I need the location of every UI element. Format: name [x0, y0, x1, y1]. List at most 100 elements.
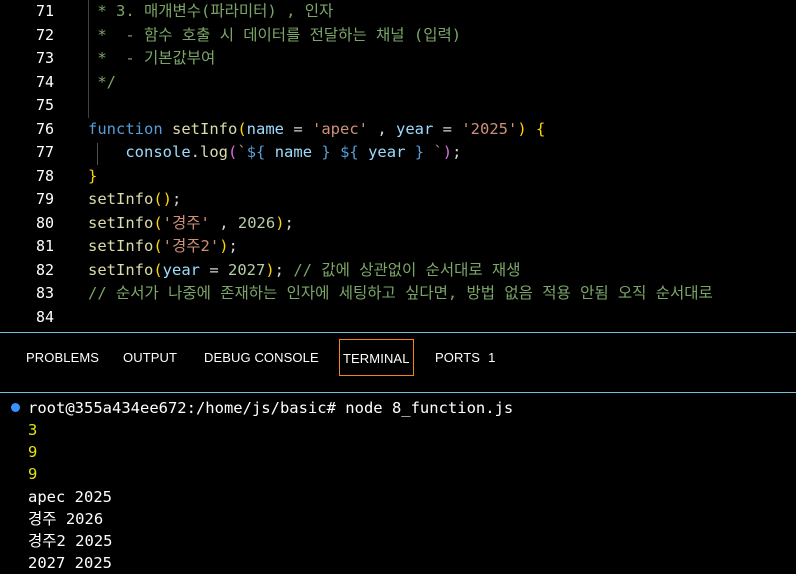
- code-token: ): [275, 213, 285, 232]
- code-text: setInfo();: [88, 188, 181, 212]
- code-line[interactable]: 72 * - 함수 호출 시 데이터를 전달하는 채널 (입력): [0, 24, 796, 48]
- code-token: setInfo: [88, 190, 154, 208]
- line-number: 81: [35, 237, 54, 255]
- code-line[interactable]: 77 console.log(`${ name } ${ year } `);: [0, 141, 796, 165]
- code-line[interactable]: 73 * - 기본값부여: [0, 47, 796, 71]
- code-token: 2027: [228, 260, 266, 279]
- code-token: ${: [246, 143, 266, 161]
- code-token: (): [153, 190, 172, 208]
- code-token: * - 함수 호출 시 데이터를 전달하는 채널 (입력): [88, 25, 462, 44]
- tab-terminal[interactable]: TERMINAL: [339, 339, 414, 376]
- code-token: year: [368, 143, 406, 161]
- code-line[interactable]: 71 * 3. 매개변수(파라미터) , 인자: [0, 0, 796, 24]
- tab-output[interactable]: OUTPUT: [121, 339, 179, 376]
- code-text: setInfo('경주2');: [88, 235, 238, 259]
- code-token: console: [125, 143, 191, 161]
- terminal-prompt-line: root@355a434ee672:/home/js/basic# node 8…: [28, 399, 514, 417]
- code-text: console.log(`${ name } ${ year } `);: [88, 141, 461, 165]
- code-line[interactable]: 75: [0, 94, 796, 118]
- code-token: 'apec': [312, 119, 368, 138]
- code-token: ): [265, 260, 275, 279]
- terminal-view[interactable]: root@355a434ee672:/home/js/basic# node 8…: [0, 393, 796, 574]
- command-status-dot-icon[interactable]: [11, 403, 20, 412]
- line-number: 72: [35, 25, 54, 44]
- code-token: */: [88, 72, 116, 91]
- code-token: * - 기본값부여: [88, 49, 216, 67]
- terminal-output-line: 경주2 2025: [28, 532, 113, 550]
- tab-label: DEBUG CONSOLE: [204, 350, 319, 365]
- code-line[interactable]: 81 setInfo('경주2');: [0, 235, 796, 259]
- code-line[interactable]: 82 setInfo(year = 2027); // 값에 상관없이 순서대로 …: [0, 259, 796, 283]
- terminal-output-line: 9: [28, 465, 38, 484]
- code-token: (: [153, 260, 163, 279]
- ports-count-badge: 1: [488, 350, 496, 365]
- code-token: log: [200, 143, 228, 161]
- code-token: ${: [340, 143, 359, 161]
- line-number: 71: [35, 2, 54, 20]
- code-token: name: [274, 143, 313, 161]
- code-line[interactable]: 84: [0, 306, 796, 330]
- code-line[interactable]: 80 setInfo('경주' , 2026);: [0, 212, 796, 236]
- code-token: =: [200, 260, 228, 279]
- line-number: 79: [35, 190, 54, 208]
- code-token: }: [414, 143, 425, 161]
- code-token: =: [284, 119, 312, 138]
- tab-ports[interactable]: PORTS 1: [433, 339, 497, 376]
- code-text: setInfo('경주' , 2026);: [88, 212, 294, 236]
- code-token: ;: [172, 190, 182, 208]
- terminal-output-line: 2027 2025: [28, 554, 112, 573]
- code-token: 2026: [237, 213, 276, 232]
- code-token: ): [219, 237, 229, 255]
- code-token: // 값에 상관없이 순서대로 재생: [293, 260, 521, 279]
- code-token: .: [190, 143, 200, 161]
- code-token: ;: [452, 143, 462, 161]
- code-text: * - 기본값부여: [88, 47, 215, 71]
- code-token: name: [246, 119, 284, 138]
- code-token: '2025': [461, 119, 518, 138]
- code-token: year: [396, 119, 434, 138]
- tab-label: PROBLEMS: [26, 350, 100, 365]
- tab-label: TERMINAL: [343, 351, 410, 366]
- code-token: =: [433, 119, 462, 138]
- tab-problems[interactable]: PROBLEMS: [24, 339, 101, 376]
- code-token: function: [88, 119, 163, 138]
- code-text: }: [88, 165, 97, 189]
- terminal-output-line: apec 2025: [28, 487, 112, 506]
- code-token: // 순서가 나중에 존재하는 인자에 세팅하고 싶다면, 방법 없음 적용 안…: [88, 284, 713, 302]
- line-number: 73: [35, 49, 54, 67]
- code-line[interactable]: 76 function setInfo(name = 'apec' , year …: [0, 118, 796, 142]
- code-editor[interactable]: 71 * 3. 매개변수(파라미터) , 인자 72 * - 함수 호출 시 데이…: [0, 0, 796, 332]
- code-token: `: [433, 143, 443, 161]
- code-token: ;: [274, 260, 294, 279]
- code-token: (: [153, 237, 163, 255]
- code-token: }: [88, 166, 98, 185]
- terminal-output-line: 경주 2026: [28, 509, 104, 528]
- code-token: * 3. 매개변수(파라미터) , 인자: [88, 2, 334, 20]
- line-number: 77: [35, 143, 54, 161]
- code-line[interactable]: 79 setInfo();: [0, 188, 796, 212]
- code-line[interactable]: 83 // 순서가 나중에 존재하는 인자에 세팅하고 싶다면, 방법 없음 적용…: [0, 282, 796, 306]
- code-token: setInfo: [88, 260, 154, 279]
- panel-tab-bar: PROBLEMS OUTPUT DEBUG CONSOLE TERMINAL PORTS…: [0, 333, 796, 379]
- line-number: 75: [35, 96, 54, 114]
- code-text: function setInfo(name = 'apec' , year = …: [88, 118, 545, 142]
- code-token: `: [237, 143, 247, 161]
- line-number: 76: [35, 119, 54, 138]
- code-token: ;: [284, 213, 294, 232]
- line-number: 83: [35, 284, 54, 302]
- code-line[interactable]: 74 */: [0, 71, 796, 95]
- code-text: * 3. 매개변수(파라미터) , 인자: [88, 0, 333, 24]
- tab-debug-console[interactable]: DEBUG CONSOLE: [202, 339, 321, 376]
- code-line[interactable]: 78}: [0, 165, 796, 189]
- code-token: {: [536, 119, 546, 138]
- code-token: setInfo: [88, 213, 154, 232]
- code-token: ): [517, 119, 527, 138]
